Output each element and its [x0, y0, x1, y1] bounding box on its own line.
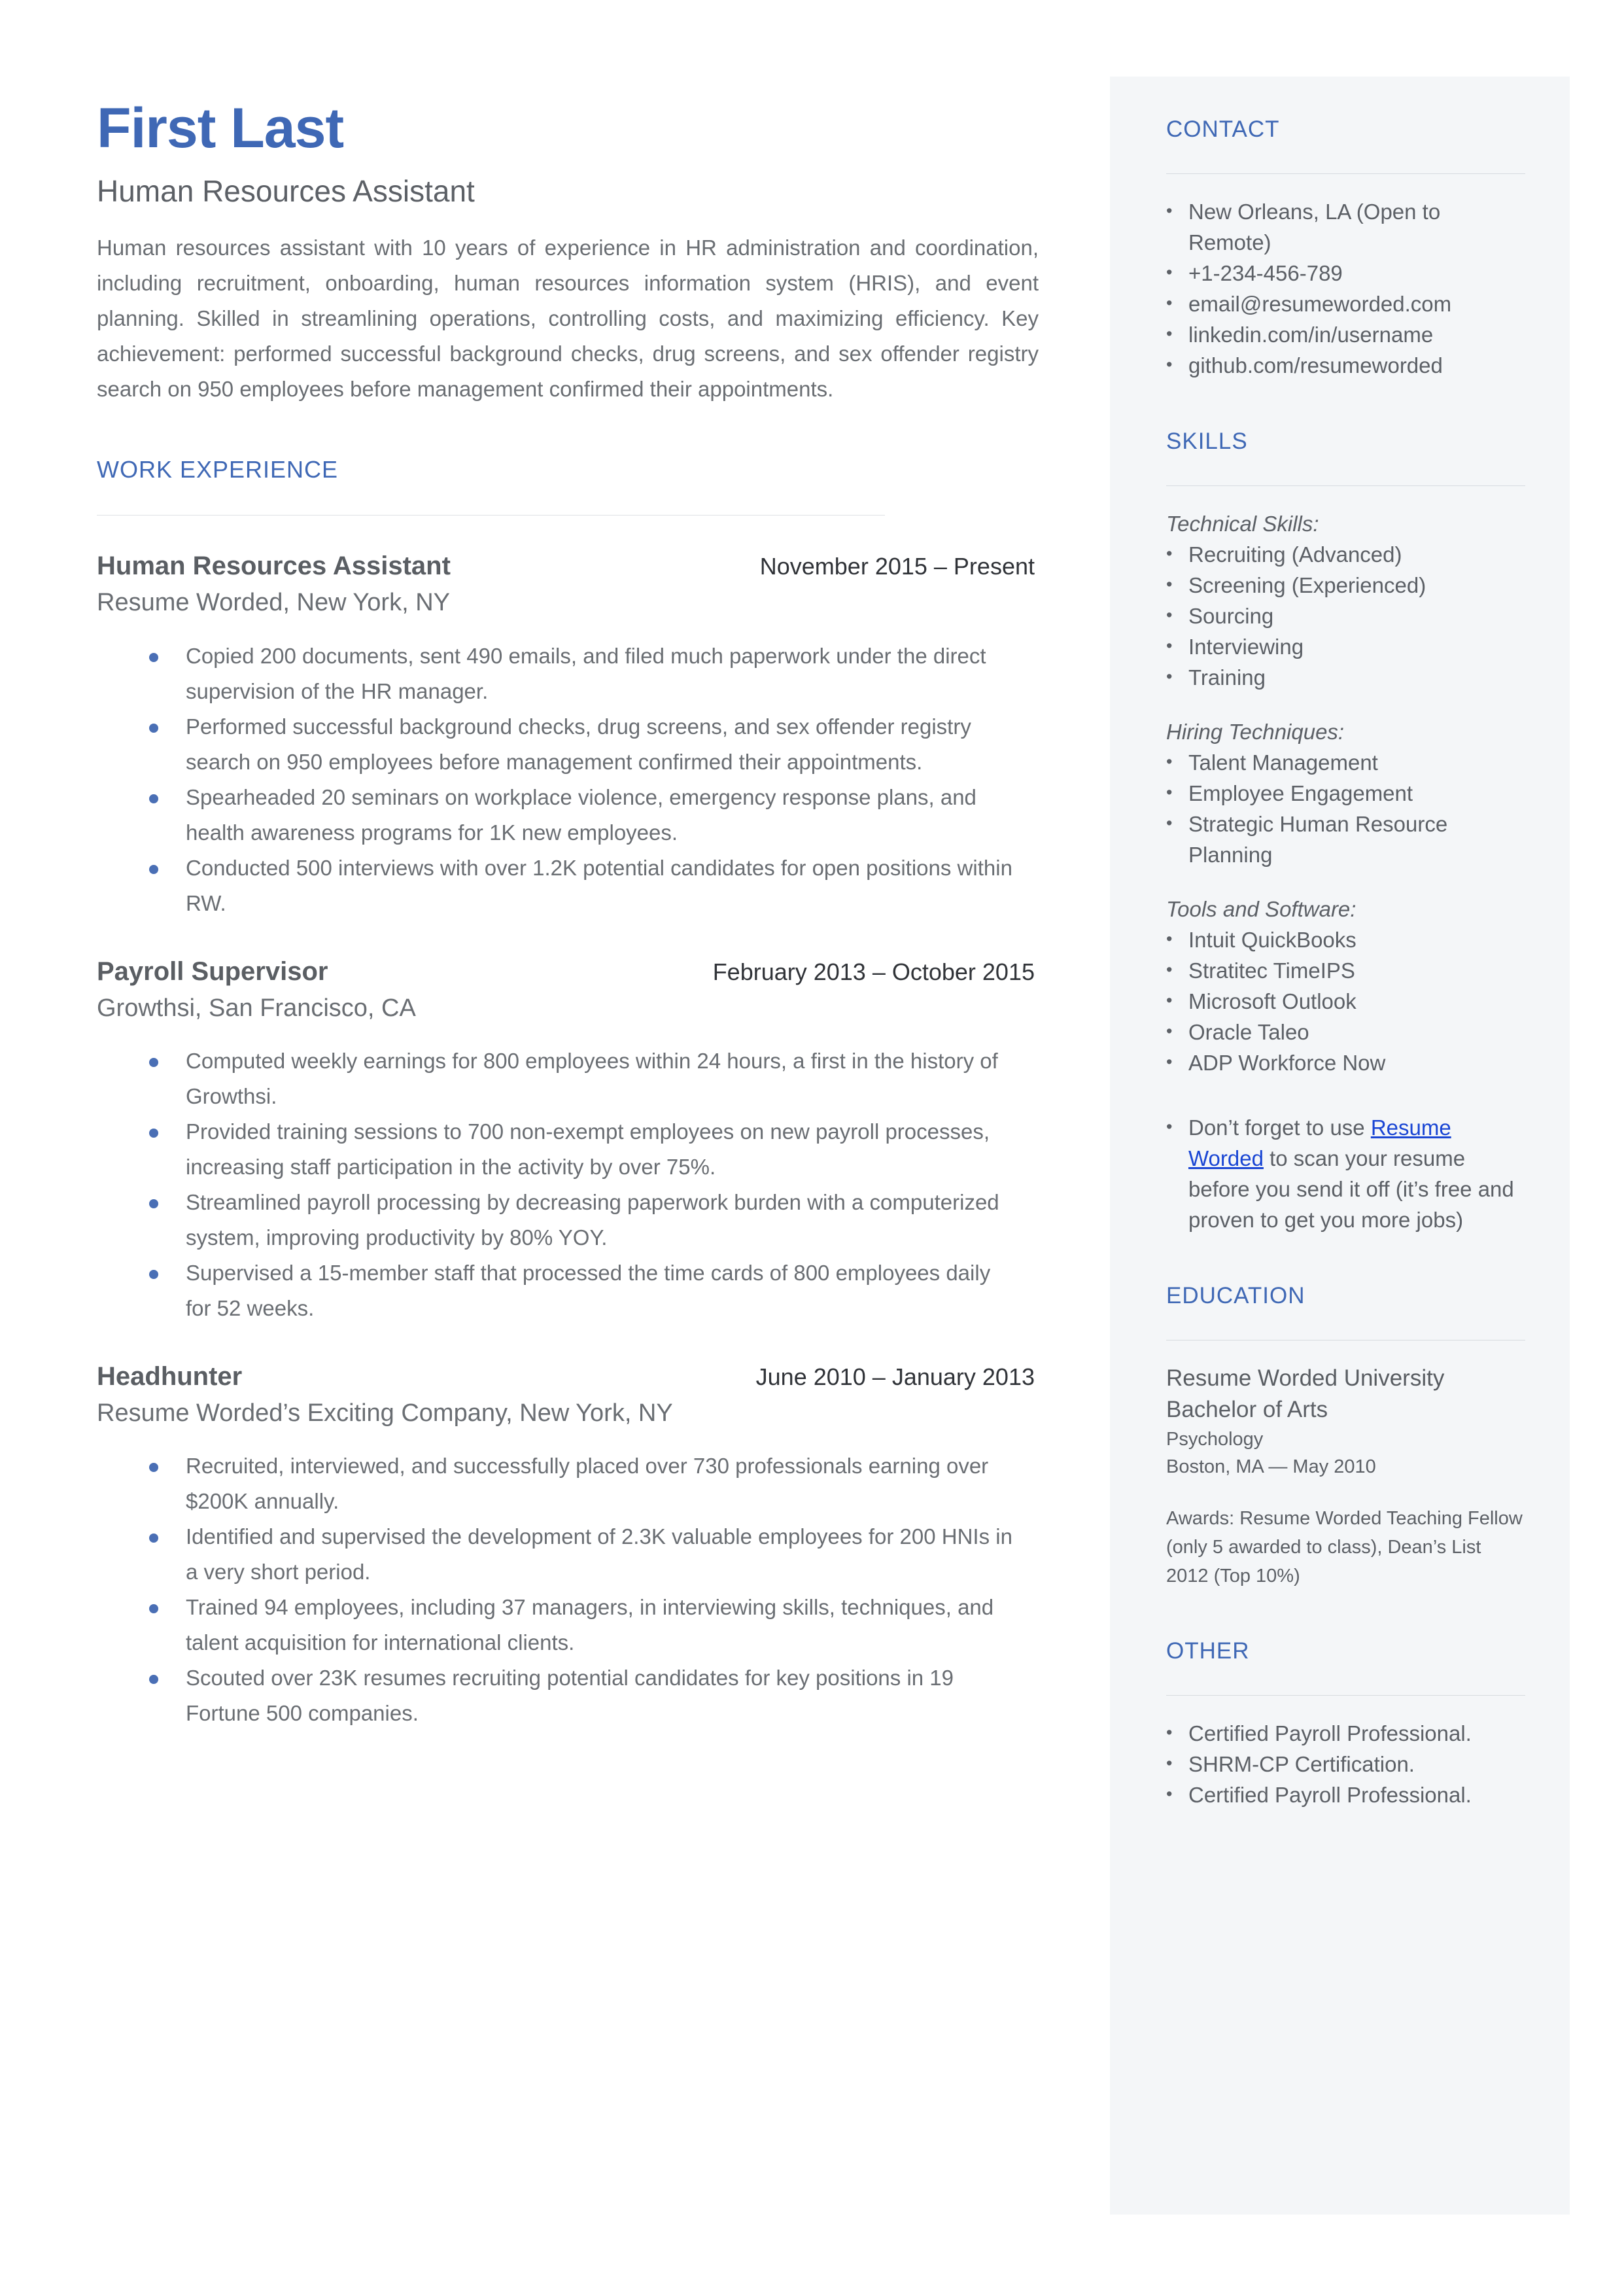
- education-awards: Awards: Resume Worded Teaching Fellow (o…: [1166, 1508, 1523, 1586]
- job-bullet-list: Computed weekly earnings for 800 employe…: [97, 1043, 1039, 1326]
- job-header-row: Human Resources Assistant November 2015 –…: [97, 550, 1039, 582]
- job-header-row: Headhunter June 2010 – January 2013: [97, 1360, 1039, 1393]
- job-bullet: Streamlined payroll processing by decrea…: [148, 1185, 1018, 1255]
- job-title: Human Resources Assistant: [97, 552, 451, 581]
- other-item: SHRM-CP Certification.: [1166, 1748, 1525, 1779]
- education-location-date: Boston, MA — May 2010: [1166, 1456, 1376, 1477]
- job-title: Headhunter: [97, 1361, 243, 1391]
- job-dates: November 2015 – Present: [759, 553, 1035, 580]
- work-experience-list: Human Resources Assistant November 2015 –…: [97, 550, 1039, 1731]
- other-item: Certified Payroll Professional.: [1166, 1717, 1525, 1749]
- job-bullet: Recruited, interviewed, and successfully…: [148, 1448, 1018, 1519]
- skill-item: Stratitec TimeIPS: [1166, 955, 1525, 986]
- job-title: Payroll Supervisor: [97, 956, 328, 986]
- other-item: Certified Payroll Professional.: [1166, 1779, 1525, 1810]
- job-bullet: Supervised a 15-member staff that proces…: [148, 1255, 1018, 1326]
- resume-page: First Last Human Resources Assistant Hum…: [0, 0, 1624, 2295]
- skill-item: Microsoft Outlook: [1166, 985, 1525, 1017]
- job-entry: Human Resources Assistant November 2015 –…: [97, 550, 1039, 920]
- skill-item: Recruiting (Advanced): [1166, 538, 1525, 570]
- section-divider-work-experience: [97, 515, 885, 516]
- sidebar-heading-education: EDUCATION: [1166, 1283, 1305, 1308]
- sidebar-divider-other: [1166, 1695, 1525, 1696]
- job-bullet: Identified and supervised the developmen…: [148, 1519, 1018, 1590]
- job-bullet: Spearheaded 20 seminars on workplace vio…: [148, 780, 1018, 850]
- resume-worded-promo: Don’t forget to use Resume Worded to sca…: [1166, 1112, 1525, 1235]
- job-dates: February 2013 – October 2015: [712, 958, 1035, 985]
- candidate-name: First Last: [97, 97, 344, 160]
- job-bullet: Provided training sessions to 700 non-ex…: [148, 1114, 1018, 1185]
- contact-item[interactable]: +1-234-456-789: [1166, 257, 1525, 289]
- contact-item[interactable]: linkedin.com/in/username: [1166, 319, 1525, 350]
- contact-list: New Orleans, LA (Open to Remote)+1-234-4…: [1166, 196, 1525, 381]
- sidebar-heading-skills: SKILLS: [1166, 429, 1248, 454]
- skill-item: Strategic Human Resource Planning: [1166, 808, 1525, 870]
- skill-item: Screening (Experienced): [1166, 569, 1525, 601]
- job-bullet-list: Copied 200 documents, sent 490 emails, a…: [97, 639, 1039, 921]
- sidebar-section-skills: SKILLS Technical Skills:Recruiting (Adva…: [1166, 428, 1525, 1235]
- skill-group-label: Technical Skills:: [1166, 512, 1319, 536]
- skill-item: Sourcing: [1166, 600, 1525, 631]
- sidebar-divider-skills: [1166, 485, 1525, 486]
- job-bullet: Computed weekly earnings for 800 employe…: [148, 1043, 1018, 1114]
- job-bullet: Conducted 500 interviews with over 1.2K …: [148, 850, 1018, 921]
- job-bullet: Performed successful background checks, …: [148, 709, 1018, 780]
- job-company-location: Growthsi, San Francisco, CA: [97, 994, 416, 1022]
- other-list: Certified Payroll Professional.SHRM-CP C…: [1166, 1717, 1525, 1810]
- skill-group-label: Tools and Software:: [1166, 897, 1356, 921]
- sidebar-heading-other: OTHER: [1166, 1638, 1250, 1664]
- sidebar-heading-contact: CONTACT: [1166, 116, 1280, 142]
- contact-item[interactable]: New Orleans, LA (Open to Remote): [1166, 196, 1525, 258]
- job-dates: June 2010 – January 2013: [755, 1363, 1035, 1390]
- skill-item: Interviewing: [1166, 631, 1525, 662]
- skill-list: Intuit QuickBooksStratitec TimeIPSMicros…: [1166, 924, 1525, 1078]
- promo-text-before: Don’t forget to use: [1188, 1115, 1371, 1140]
- job-bullet: Copied 200 documents, sent 490 emails, a…: [148, 639, 1018, 709]
- job-company-location: Resume Worded’s Exciting Company, New Yo…: [97, 1399, 673, 1427]
- sidebar-section-education: EDUCATION Resume Worded University Bache…: [1166, 1282, 1525, 1590]
- education-school: Resume Worded University: [1166, 1365, 1445, 1391]
- candidate-headline: Human Resources Assistant: [97, 173, 475, 208]
- skill-group-label: Hiring Techniques:: [1166, 720, 1345, 744]
- skill-list: Talent ManagementEmployee EngagementStra…: [1166, 746, 1525, 870]
- job-header-row: Payroll Supervisor February 2013 – Octobe…: [97, 955, 1039, 988]
- education-degree: Bachelor of Arts: [1166, 1397, 1328, 1422]
- job-entry: Headhunter June 2010 – January 2013 Resume…: [97, 1360, 1039, 1731]
- skill-item: Intuit QuickBooks: [1166, 924, 1525, 955]
- job-company-location: Resume Worded, New York, NY: [97, 589, 450, 617]
- professional-summary: Human resources assistant with 10 years …: [97, 236, 1039, 402]
- sidebar-divider-contact: [1166, 173, 1525, 174]
- skill-item: Oracle Taleo: [1166, 1016, 1525, 1047]
- sidebar-section-other: OTHER Certified Payroll Professional.SHR…: [1166, 1638, 1525, 1810]
- skill-item: ADP Workforce Now: [1166, 1047, 1525, 1078]
- job-entry: Payroll Supervisor February 2013 – Octobe…: [97, 955, 1039, 1326]
- sidebar-section-contact: CONTACT New Orleans, LA (Open to Remote)…: [1166, 116, 1525, 381]
- skill-item: Employee Engagement: [1166, 777, 1525, 809]
- job-bullet: Trained 94 employees, including 37 manag…: [148, 1590, 1018, 1660]
- skill-item: Training: [1166, 661, 1525, 693]
- section-heading-work-experience: WORK EXPERIENCE: [97, 456, 339, 483]
- job-bullet: Scouted over 23K resumes recruiting pote…: [148, 1660, 1018, 1731]
- education-field: Psychology: [1166, 1429, 1264, 1450]
- job-bullet-list: Recruited, interviewed, and successfully…: [97, 1448, 1039, 1731]
- main-column: First Last Human Resources Assistant Hum…: [97, 98, 1039, 1731]
- skill-item: Talent Management: [1166, 746, 1525, 778]
- skill-list: Recruiting (Advanced)Screening (Experien…: [1166, 538, 1525, 693]
- sidebar: CONTACT New Orleans, LA (Open to Remote)…: [1110, 77, 1570, 2215]
- contact-item[interactable]: github.com/resumeworded: [1166, 349, 1525, 381]
- skill-groups: Technical Skills:Recruiting (Advanced)Sc…: [1166, 508, 1525, 1078]
- contact-item[interactable]: email@resumeworded.com: [1166, 288, 1525, 319]
